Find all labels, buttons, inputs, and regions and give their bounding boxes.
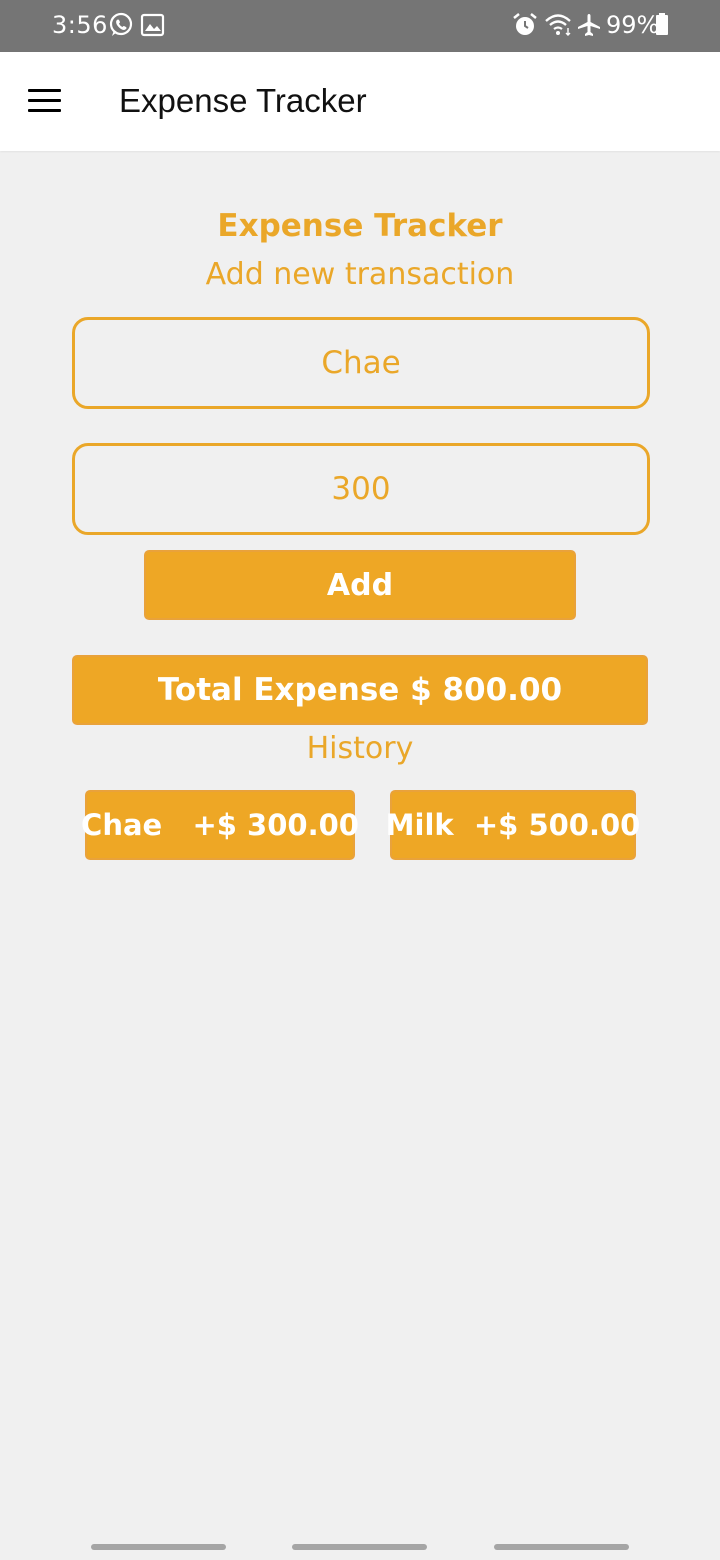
- total-expense-label: Total Expense $ 800.00: [157, 672, 563, 708]
- transaction-amount-field[interactable]: 300: [72, 443, 650, 535]
- total-expense: Total Expense $ 800.00: [72, 655, 648, 725]
- alarm-icon: [512, 12, 538, 38]
- history-item[interactable]: Milk +$ 500.00: [386, 790, 640, 860]
- history-item-label: Chae +$ 300.00: [81, 808, 359, 842]
- battery-percentage: 99%: [606, 11, 660, 39]
- history-item-label: Milk +$ 500.00: [385, 808, 641, 842]
- whatsapp-icon: [108, 12, 134, 38]
- transaction-name-value: Chae: [321, 345, 401, 381]
- page-subheading: Add new transaction: [205, 257, 515, 292]
- transaction-name-field[interactable]: Chae: [72, 317, 650, 409]
- nav-recents-handle[interactable]: [91, 1544, 226, 1550]
- status-time: 3:56: [52, 11, 108, 39]
- nav-home-handle[interactable]: [292, 1544, 427, 1550]
- battery-icon: [655, 12, 681, 38]
- transaction-amount-value: 300: [331, 471, 391, 507]
- history-heading: History: [306, 731, 414, 766]
- nav-back-handle[interactable]: [494, 1544, 629, 1550]
- image-icon: [140, 12, 166, 38]
- app-bar: Expense Tracker: [0, 52, 720, 151]
- add-button-label: Add: [326, 567, 394, 603]
- history-item[interactable]: Chae +$ 300.00: [81, 790, 359, 860]
- hamburger-menu-icon[interactable]: [28, 89, 62, 115]
- page-heading: Expense Tracker: [217, 208, 503, 244]
- status-bar: 3:56 99%: [0, 0, 720, 52]
- app-title: Expense Tracker: [119, 82, 367, 119]
- wifi-icon: [544, 12, 571, 38]
- airplane-icon: [576, 12, 602, 38]
- add-button[interactable]: Add: [144, 550, 576, 620]
